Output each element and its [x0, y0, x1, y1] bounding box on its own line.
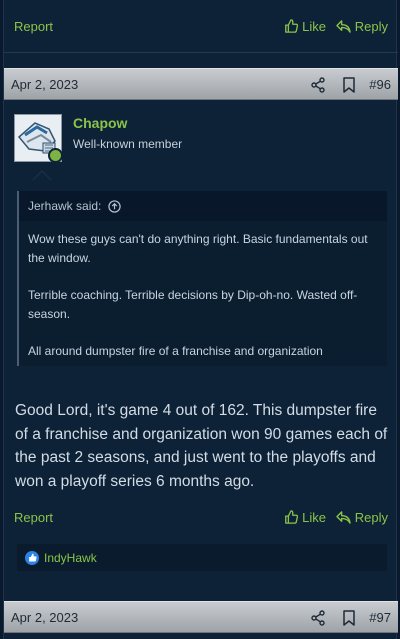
- like-reaction-icon: [25, 550, 39, 565]
- prev-report-link[interactable]: Report: [14, 19, 53, 34]
- thumbs-up-icon: [285, 510, 299, 524]
- next-post-number[interactable]: #97: [369, 610, 391, 625]
- bookmark-icon[interactable]: [342, 77, 356, 93]
- arrow-up-circle-icon[interactable]: [108, 199, 122, 213]
- quote-content: Wow these guys can't do anything right. …: [19, 221, 387, 361]
- next-post-date[interactable]: Apr 2, 2023: [11, 610, 78, 625]
- reactions-bar: IndyHawk: [17, 544, 387, 571]
- divider: [4, 52, 398, 53]
- prev-reply-label: Reply: [354, 18, 388, 34]
- share-icon[interactable]: [310, 610, 326, 626]
- prev-post-actions: Report Like Reply: [4, 12, 398, 40]
- quote-author[interactable]: Jerhawk said:: [28, 199, 101, 213]
- bookmark-icon[interactable]: [342, 610, 356, 626]
- user-title: Well-known member: [73, 137, 183, 151]
- quote-paragraph: Wow these guys can't do anything right. …: [28, 232, 368, 265]
- reaction-users-link[interactable]: IndyHawk: [44, 551, 97, 565]
- next-post-header: Apr 2, 2023 #97: [4, 601, 398, 633]
- thread-container: Report Like Reply Apr 2, 2023 #96 Chapow…: [3, 0, 398, 639]
- quote-header[interactable]: Jerhawk said:: [19, 191, 387, 221]
- post-message: Good Lord, it's game 4 out of 162. This …: [15, 402, 388, 490]
- like-button[interactable]: Like: [284, 510, 326, 525]
- quote-paragraph: All around dumpster fire of a franchise …: [28, 344, 323, 358]
- post-actions: Report Like Reply: [4, 503, 398, 531]
- quote-paragraph: Terrible coaching. Terrible decisions by…: [28, 288, 358, 321]
- post-number[interactable]: #96: [369, 77, 391, 92]
- like-label: Like: [302, 509, 326, 525]
- reply-icon: [336, 510, 351, 524]
- quote-block: Jerhawk said: Wow these guys can't do an…: [17, 191, 387, 366]
- thumbs-up-icon: [285, 19, 299, 33]
- reply-button[interactable]: Reply: [336, 510, 388, 525]
- post-date[interactable]: Apr 2, 2023: [11, 77, 78, 92]
- prev-reply-button[interactable]: Reply: [336, 19, 388, 34]
- share-icon[interactable]: [310, 77, 326, 93]
- report-link[interactable]: Report: [14, 510, 53, 525]
- username[interactable]: Chapow: [73, 115, 127, 131]
- online-status-icon: [48, 148, 63, 163]
- post-header: Apr 2, 2023 #96: [4, 68, 398, 100]
- reply-icon: [336, 19, 351, 33]
- reply-label: Reply: [354, 509, 388, 525]
- prev-like-button[interactable]: Like: [284, 19, 326, 34]
- prev-like-label: Like: [302, 18, 326, 34]
